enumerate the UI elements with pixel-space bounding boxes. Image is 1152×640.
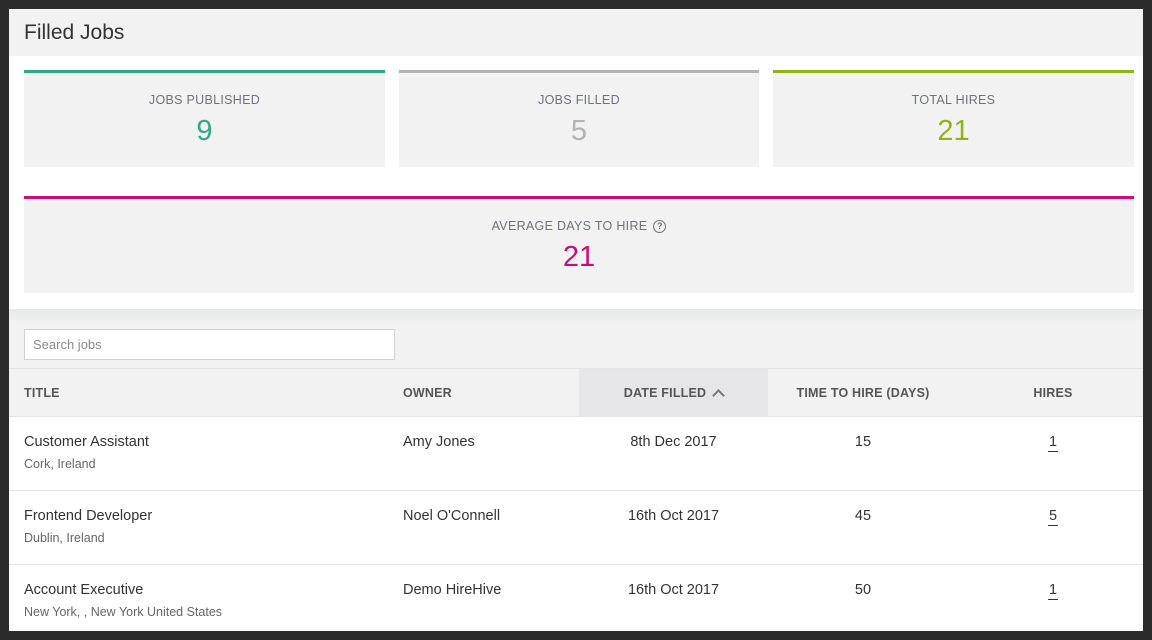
job-title-cell: Frontend Developer Dublin, Ireland — [24, 508, 152, 545]
column-header-title[interactable]: TITLE — [24, 369, 60, 417]
column-header-date-filled[interactable]: DATE FILLED — [579, 369, 768, 417]
job-title-cell: Account Executive New York, , New York U… — [24, 582, 222, 619]
section-divider — [9, 309, 1143, 321]
stat-label-row: AVERAGE DAYS TO HIRE ? — [24, 219, 1134, 233]
job-title[interactable]: Frontend Developer — [24, 508, 152, 524]
hires-link[interactable]: 1 — [1047, 434, 1059, 452]
date-filled: 16th Oct 2017 — [627, 508, 720, 524]
column-header-label: DATE FILLED — [623, 386, 707, 400]
help-icon[interactable]: ? — [653, 219, 667, 233]
job-title[interactable]: Customer Assistant — [24, 434, 149, 450]
table-header: TITLE OWNER DATE FILLED TIME TO HIRE (DA… — [9, 368, 1143, 417]
stat-label: AVERAGE DAYS TO HIRE — [491, 219, 648, 233]
stat-label: JOBS FILLED — [538, 93, 620, 107]
app-frame: Filled Jobs JOBS PUBLISHED 9 JOBS FILLED… — [9, 9, 1143, 631]
hires-cell: 1 — [958, 582, 1143, 600]
job-owner: Noel O'Connell — [403, 508, 501, 524]
table-row[interactable]: Frontend Developer Dublin, Ireland Noel … — [9, 491, 1143, 565]
stat-value: 21 — [937, 115, 970, 147]
search-input[interactable] — [24, 329, 395, 360]
hires-cell: 1 — [958, 434, 1143, 452]
job-location: Dublin, Ireland — [24, 531, 105, 545]
page-header: Filled Jobs — [9, 9, 1143, 56]
page-title: Filled Jobs — [24, 20, 125, 44]
stat-label: JOBS PUBLISHED — [148, 93, 261, 107]
job-location: New York, , New York United States — [24, 605, 223, 619]
date-filled: 16th Oct 2017 — [627, 582, 720, 598]
time-to-hire: 15 — [854, 434, 872, 450]
job-location: Cork, Ireland — [24, 457, 96, 471]
stat-card-jobs-published: JOBS PUBLISHED 9 — [24, 70, 385, 167]
search-bar — [9, 321, 1143, 368]
job-owner: Amy Jones — [403, 434, 475, 450]
stat-card-average-days-to-hire: AVERAGE DAYS TO HIRE ? 21 — [24, 196, 1134, 293]
job-title-cell: Customer Assistant Cork, Ireland — [24, 434, 149, 471]
date-filled: 8th Dec 2017 — [630, 434, 717, 450]
hires-link[interactable]: 5 — [1047, 508, 1059, 526]
column-header-owner[interactable]: OWNER — [403, 369, 452, 417]
stat-value: 9 — [196, 115, 213, 147]
stat-card-total-hires: TOTAL HIRES 21 — [773, 70, 1134, 167]
stat-value: 21 — [562, 241, 596, 273]
column-header-time-to-hire[interactable]: TIME TO HIRE (DAYS) — [768, 369, 958, 417]
column-header-hires[interactable]: HIRES — [958, 369, 1143, 417]
table-row[interactable]: Account Executive New York, , New York U… — [9, 565, 1143, 631]
job-owner: Demo HireHive — [403, 582, 502, 598]
chevron-up-icon — [712, 389, 726, 402]
stat-label: TOTAL HIRES — [911, 93, 996, 107]
stat-card-jobs-filled: JOBS FILLED 5 — [399, 70, 759, 167]
time-to-hire: 45 — [854, 508, 872, 524]
stat-value: 5 — [570, 115, 588, 147]
table-row[interactable]: Customer Assistant Cork, Ireland Amy Jon… — [9, 417, 1143, 491]
stats-panel: JOBS PUBLISHED 9 JOBS FILLED 5 TOTAL HIR… — [9, 56, 1143, 309]
time-to-hire: 50 — [854, 582, 872, 598]
job-title[interactable]: Account Executive — [24, 582, 222, 598]
hires-cell: 5 — [958, 508, 1143, 526]
hires-link[interactable]: 1 — [1047, 582, 1059, 600]
